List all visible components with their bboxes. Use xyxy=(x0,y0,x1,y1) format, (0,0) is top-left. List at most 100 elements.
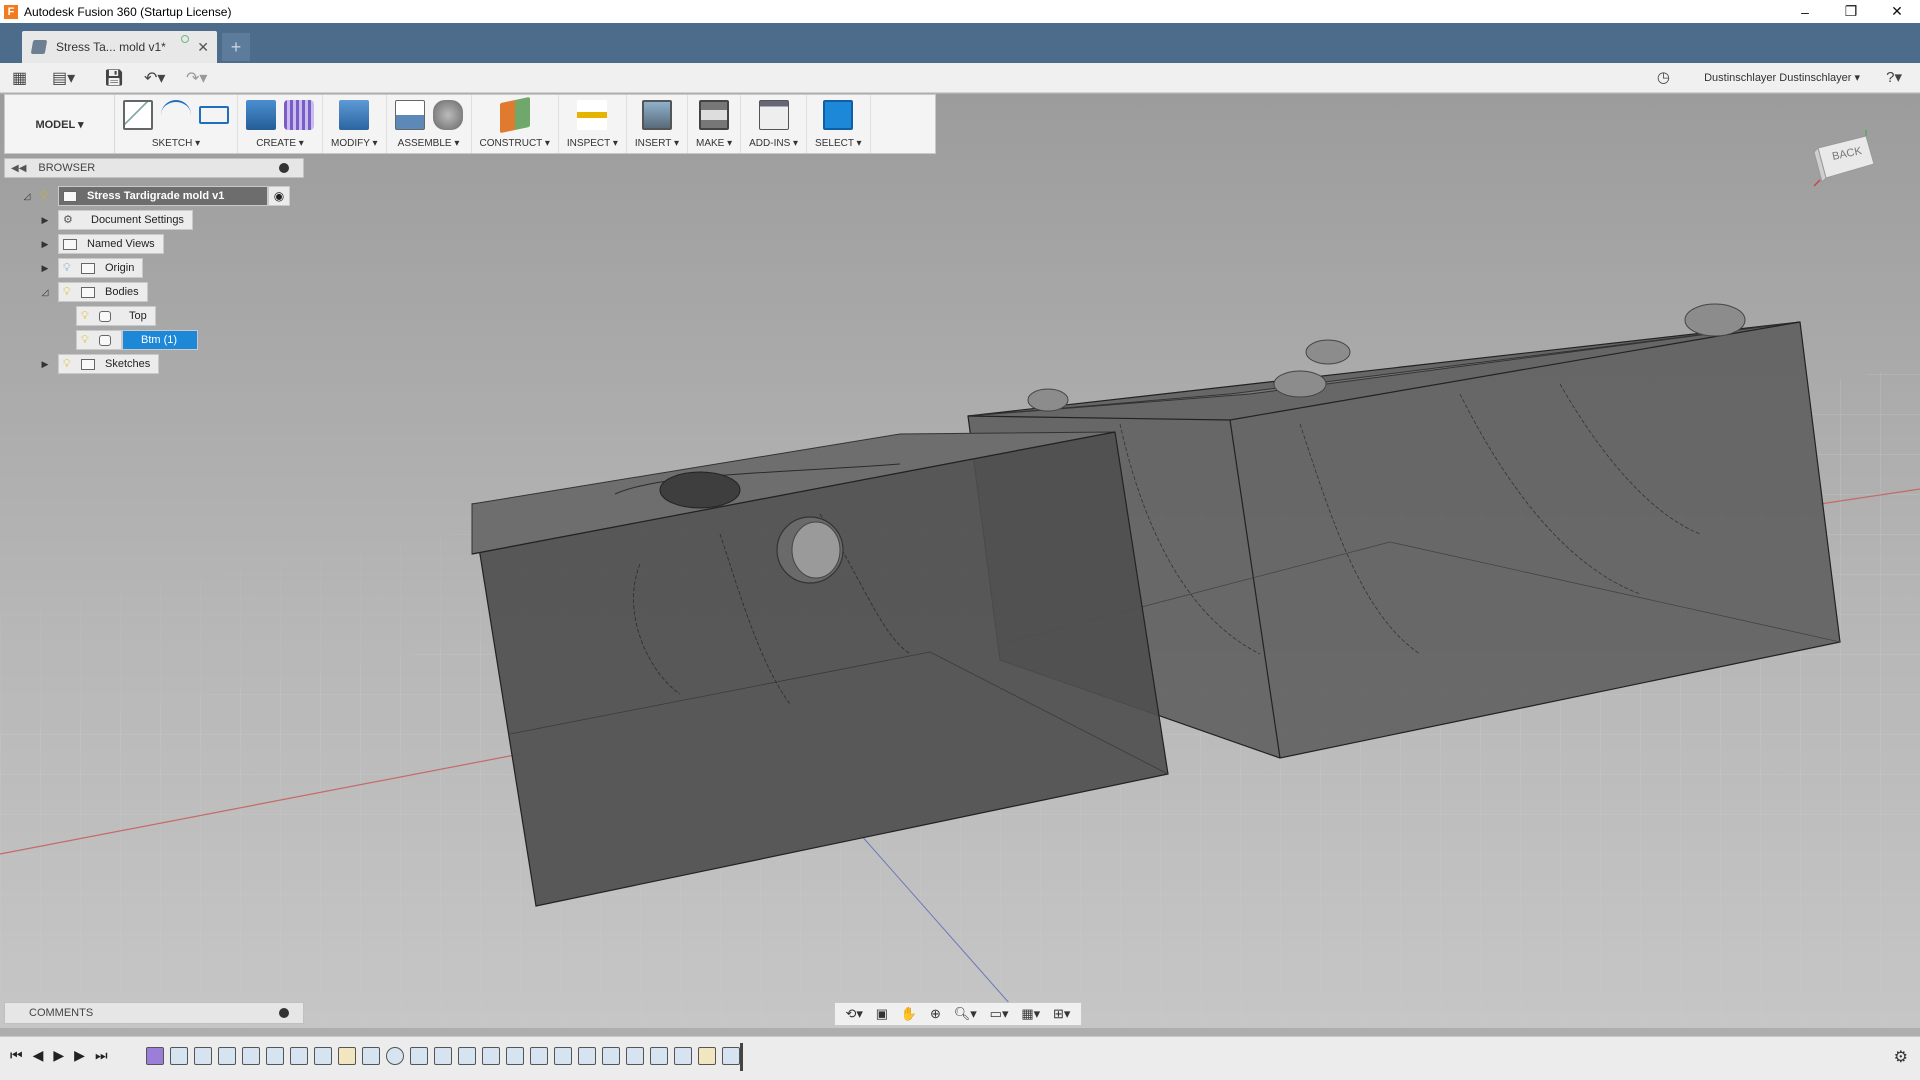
timeline-feature[interactable] xyxy=(530,1047,548,1065)
assemble-group[interactable]: ASSEMBLE ▾ xyxy=(387,95,472,153)
assemble-menu[interactable]: ASSEMBLE ▾ xyxy=(398,138,460,149)
browser-panel-header[interactable]: ◀◀ BROWSER xyxy=(4,158,304,178)
workspace-switcher[interactable]: MODEL ▾ xyxy=(5,95,115,153)
bodies-node[interactable]: 💡︎ Bodies xyxy=(58,282,148,302)
collapse-panel-icon[interactable]: ◀◀ xyxy=(11,163,26,174)
make-menu[interactable]: MAKE ▾ xyxy=(696,138,732,149)
look-at-icon[interactable]: ▣ xyxy=(876,1006,888,1022)
timeline-feature[interactable] xyxy=(146,1047,164,1065)
restore-button[interactable]: ❐ xyxy=(1828,0,1874,23)
tree-item-named-views[interactable]: ▶ Named Views xyxy=(38,234,164,254)
visibility-bulb-icon[interactable]: 💡︎ xyxy=(63,358,75,370)
form-icon[interactable] xyxy=(284,100,314,130)
timeline-settings-gear-icon[interactable]: ⚙ xyxy=(1894,1047,1908,1067)
visibility-bulb-icon[interactable]: 💡︎ xyxy=(81,310,93,322)
select-menu[interactable]: SELECT ▾ xyxy=(815,138,862,149)
document-settings-node[interactable]: ⚙ Document Settings xyxy=(58,210,193,230)
timeline-feature[interactable] xyxy=(674,1047,692,1065)
create-group[interactable]: CREATE ▾ xyxy=(238,95,323,153)
select-group[interactable]: SELECT ▾ xyxy=(807,95,871,153)
collapse-triangle-icon[interactable]: ◿ xyxy=(38,285,52,299)
close-button[interactable]: ✕ xyxy=(1874,0,1920,23)
root-node[interactable]: Stress Tardigrade mold v1 xyxy=(58,186,268,206)
timeline-feature[interactable] xyxy=(194,1047,212,1065)
activate-component-icon[interactable]: ◉ xyxy=(268,186,290,206)
timeline-feature[interactable] xyxy=(578,1047,596,1065)
construct-group[interactable]: CONSTRUCT ▾ xyxy=(472,95,559,153)
sketch-create-icon[interactable] xyxy=(123,100,153,130)
minimize-button[interactable]: – xyxy=(1782,0,1828,23)
timeline-feature[interactable] xyxy=(458,1047,476,1065)
model-canvas[interactable] xyxy=(0,94,1920,1028)
grid-settings-icon[interactable]: ▦▾ xyxy=(1021,1006,1040,1022)
offset-plane-icon[interactable] xyxy=(499,96,530,134)
print-3d-icon[interactable] xyxy=(699,100,730,130)
insert-image-icon[interactable] xyxy=(641,100,672,130)
btm-body-bulb-cell[interactable]: 💡︎ xyxy=(76,330,122,350)
timeline-marker[interactable] xyxy=(740,1043,743,1071)
zoom-icon[interactable]: ⊕ xyxy=(930,1006,941,1022)
redo-icon[interactable]: ↷▾ xyxy=(186,68,207,88)
tree-item-top[interactable]: 💡︎ Top xyxy=(76,306,156,326)
expand-triangle-icon[interactable]: ▶ xyxy=(38,213,52,227)
joint-icon[interactable] xyxy=(432,100,463,130)
construct-menu[interactable]: CONSTRUCT ▾ xyxy=(480,138,550,149)
document-tab[interactable]: Stress Ta... mold v1* ✕ xyxy=(22,31,217,63)
scripts-icon[interactable] xyxy=(758,100,789,130)
undo-icon[interactable]: ↶▾ xyxy=(144,68,165,88)
select-icon[interactable] xyxy=(823,100,854,130)
tree-item-root[interactable]: ◿ 💡︎ Stress Tardigrade mold v1 ◉ xyxy=(20,186,290,206)
create-menu[interactable]: CREATE ▾ xyxy=(256,138,304,149)
expand-triangle-icon[interactable]: ▶ xyxy=(38,261,52,275)
timeline-feature[interactable] xyxy=(626,1047,644,1065)
help-menu[interactable]: ?▾ xyxy=(1886,68,1902,86)
timeline-feature[interactable] xyxy=(482,1047,500,1065)
orbit-icon[interactable]: ⟲▾ xyxy=(845,1006,862,1022)
tree-item-sketches[interactable]: ▶ 💡︎ Sketches xyxy=(38,354,160,374)
job-status-clock-icon[interactable]: ◷ xyxy=(1657,68,1670,86)
user-account-menu[interactable]: Dustinschlayer Dustinschlayer ▾ xyxy=(1704,71,1860,84)
timeline-feature[interactable] xyxy=(242,1047,260,1065)
timeline-feature[interactable] xyxy=(650,1047,668,1065)
collapse-triangle-icon[interactable]: ◿ xyxy=(20,189,34,203)
timeline-feature[interactable] xyxy=(266,1047,284,1065)
modify-menu[interactable]: MODIFY ▾ xyxy=(331,138,378,149)
close-tab-icon[interactable]: ✕ xyxy=(197,39,209,56)
inspect-menu[interactable]: INSPECT ▾ xyxy=(567,138,618,149)
modify-group[interactable]: MODIFY ▾ xyxy=(323,95,387,153)
view-cube[interactable]: BACK xyxy=(1810,126,1880,190)
tree-item-btm[interactable]: 💡︎ Btm (1) xyxy=(76,330,198,350)
go-to-start-icon[interactable]: ⏮ xyxy=(10,1047,23,1064)
file-menu-icon[interactable]: ▤▾ xyxy=(52,68,75,88)
arc-icon[interactable] xyxy=(161,100,191,130)
add-comment-icon[interactable] xyxy=(279,1008,289,1018)
add-ins-group[interactable]: ADD-INS ▾ xyxy=(741,95,808,153)
extrude-icon[interactable] xyxy=(246,100,276,130)
data-panel-grid-icon[interactable]: ▦ xyxy=(12,68,27,88)
play-icon[interactable]: ▶ xyxy=(53,1047,64,1064)
save-icon[interactable]: 💾︎ xyxy=(104,68,124,88)
display-settings-icon[interactable]: ▭▾ xyxy=(990,1006,1009,1022)
timeline-feature[interactable] xyxy=(362,1047,380,1065)
visibility-bulb-off-icon[interactable]: 💡︎ xyxy=(63,262,75,274)
tree-item-bodies[interactable]: ◿ 💡︎ Bodies xyxy=(38,282,148,302)
visibility-bulb-icon[interactable]: 💡︎ xyxy=(63,286,75,298)
timeline-feature[interactable] xyxy=(314,1047,332,1065)
viewports-icon[interactable]: ⊞▾ xyxy=(1053,1006,1070,1022)
visibility-bulb-icon[interactable]: 💡︎ xyxy=(81,334,93,346)
timeline-feature[interactable] xyxy=(218,1047,236,1065)
new-component-icon[interactable] xyxy=(394,100,425,130)
timeline-feature[interactable] xyxy=(722,1047,740,1065)
step-forward-icon[interactable]: ▶ xyxy=(74,1047,85,1064)
insert-menu[interactable]: INSERT ▾ xyxy=(635,138,679,149)
tree-item-origin[interactable]: ▶ 💡︎ Origin xyxy=(38,258,144,278)
comments-panel[interactable]: COMMENTS xyxy=(4,1002,304,1024)
timeline-feature[interactable] xyxy=(434,1047,452,1065)
step-back-icon[interactable]: ◀ xyxy=(33,1047,44,1064)
timeline-feature[interactable] xyxy=(554,1047,572,1065)
sketches-node[interactable]: 💡︎ Sketches xyxy=(58,354,160,374)
timeline-feature[interactable] xyxy=(170,1047,188,1065)
expand-triangle-icon[interactable]: ▶ xyxy=(38,237,52,251)
inspect-group[interactable]: INSPECT ▾ xyxy=(559,95,627,153)
btm-body-node[interactable]: Btm (1) xyxy=(122,330,198,350)
